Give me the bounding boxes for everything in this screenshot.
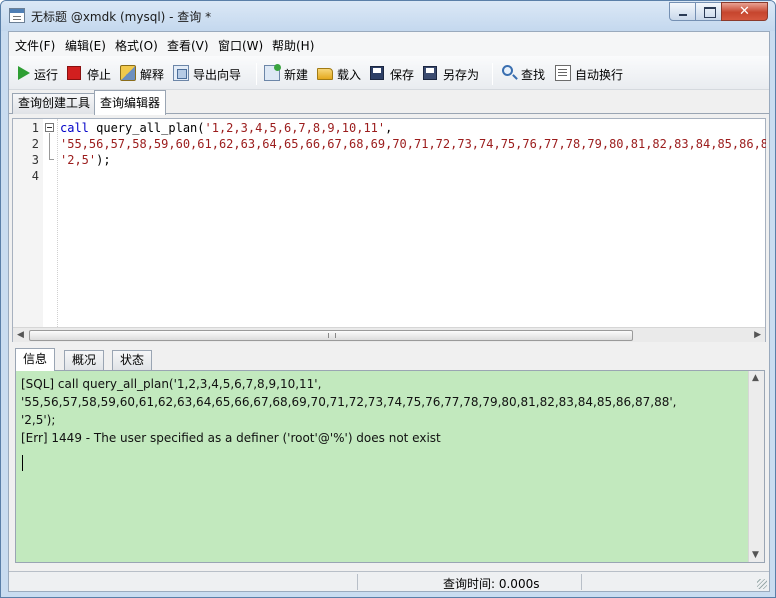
line-number: 1 [31, 121, 39, 135]
fold-minus-icon[interactable] [45, 123, 54, 132]
explain-icon [120, 65, 136, 81]
status-separator [357, 574, 358, 590]
menu-view[interactable]: 查看(V) [167, 37, 209, 54]
export-wizard-button[interactable]: 导出向导 [173, 64, 247, 84]
code-area[interactable]: call query_all_plan('1,2,3,4,5,6,7,8,9,1… [57, 119, 766, 327]
status-bar: 查询时间: 0.000s [9, 571, 769, 591]
horizontal-scrollbar[interactable]: ◀ ▶ [13, 327, 765, 342]
text-caret [22, 455, 23, 471]
tab-status[interactable]: 状态 [112, 350, 153, 370]
vertical-scrollbar[interactable]: ▲ ▼ [748, 371, 764, 562]
navicat-query-icon [9, 8, 25, 23]
scroll-right-icon[interactable]: ▶ [754, 330, 761, 340]
load-button[interactable]: 载入 [317, 64, 367, 84]
fold-guide [49, 133, 50, 159]
client-area: 文件(F) 编辑(E) 格式(O) 查看(V) 窗口(W) 帮助(H) 运行 停… [8, 31, 770, 592]
close-button[interactable]: ✕ [721, 2, 768, 21]
window-title: 无标题 @xmdk (mysql) - 查询 * [31, 10, 212, 24]
title-bar[interactable]: 无标题 @xmdk (mysql) - 查询 * ✕ [1, 1, 775, 31]
word-wrap-button[interactable]: 自动换行 [555, 64, 631, 84]
scroll-left-icon[interactable]: ◀ [17, 330, 24, 340]
tab-info[interactable]: 信息 [15, 348, 56, 371]
tab-query-builder[interactable]: 查询创建工具 [12, 93, 97, 114]
status-separator [581, 574, 582, 590]
minimize-button[interactable] [669, 2, 696, 21]
error-message: [Err] 1449 - The user specified as a def… [21, 431, 441, 445]
menu-bar: 文件(F) 编辑(E) 格式(O) 查看(V) 窗口(W) 帮助(H) [9, 32, 769, 56]
tab-overview[interactable]: 概况 [64, 350, 105, 370]
stop-icon [67, 66, 81, 80]
message-line: '55,56,57,58,59,60,61,62,63,64,65,66,67,… [21, 395, 677, 409]
maximize-button[interactable] [695, 2, 722, 21]
close-icon: ✕ [739, 4, 750, 19]
query-time: 查询时间: 0.000s [443, 577, 540, 591]
tab-query-editor[interactable]: 查询编辑器 [94, 90, 167, 115]
message-line: [SQL] call query_all_plan('1,2,3,4,5,6,7… [21, 377, 322, 391]
save-button[interactable]: 保存 [370, 64, 420, 84]
scroll-thumb[interactable] [29, 330, 633, 341]
toolbar-separator [492, 63, 493, 85]
word-wrap-icon [555, 65, 571, 81]
code-line: call query_all_plan('1,2,3,4,5,6,7,8,9,1… [60, 121, 393, 135]
line-number: 4 [31, 169, 39, 183]
menu-edit[interactable]: 编辑(E) [65, 37, 106, 54]
stop-button[interactable]: 停止 [67, 64, 117, 84]
new-button[interactable]: 新建 [264, 64, 314, 84]
menu-format[interactable]: 格式(O) [115, 37, 158, 54]
menu-window[interactable]: 窗口(W) [218, 37, 263, 54]
line-number-gutter: 1 2 3 4 [13, 119, 43, 327]
export-icon [173, 65, 189, 81]
run-icon [18, 66, 30, 80]
resize-grip-icon[interactable] [757, 579, 767, 589]
menu-help[interactable]: 帮助(H) [272, 37, 314, 54]
scroll-down-icon[interactable]: ▼ [752, 550, 759, 560]
line-number: 3 [31, 153, 39, 167]
menu-file[interactable]: 文件(F) [15, 37, 55, 54]
find-button[interactable]: 查找 [501, 64, 551, 84]
fold-guide-end [49, 159, 54, 160]
run-button[interactable]: 运行 [16, 64, 68, 84]
message-panel[interactable]: [SQL] call query_all_plan('1,2,3,4,5,6,7… [15, 370, 765, 563]
save-icon [370, 66, 384, 80]
code-line: '55,56,57,58,59,60,61,62,63,64,65,66,67,… [60, 137, 766, 151]
toolbar-separator [256, 63, 257, 85]
code-line: '2,5'); [60, 153, 111, 167]
result-tabs: 信息 概况 状态 [15, 348, 765, 371]
explain-button[interactable]: 解释 [120, 64, 170, 84]
app-window: 无标题 @xmdk (mysql) - 查询 * ✕ 文件(F) 编辑(E) 格… [0, 0, 776, 598]
new-query-icon [264, 64, 281, 81]
folder-icon [317, 68, 333, 80]
save-as-button[interactable]: 另存为 [423, 64, 485, 84]
save-as-icon [423, 66, 437, 80]
message-line: '2,5'); [21, 413, 56, 427]
document-tabs: 查询创建工具 查询编辑器 [9, 90, 769, 115]
line-number: 2 [31, 137, 39, 151]
magnifier-icon [502, 65, 513, 76]
sql-editor[interactable]: 1 2 3 4 call query_all_plan('1,2,3,4,5,6… [12, 118, 766, 342]
scroll-up-icon[interactable]: ▲ [752, 373, 759, 383]
toolbar: 运行 停止 解释 导出向导 新建 载入 保存 另存为 查找 自动换行 [9, 56, 769, 90]
